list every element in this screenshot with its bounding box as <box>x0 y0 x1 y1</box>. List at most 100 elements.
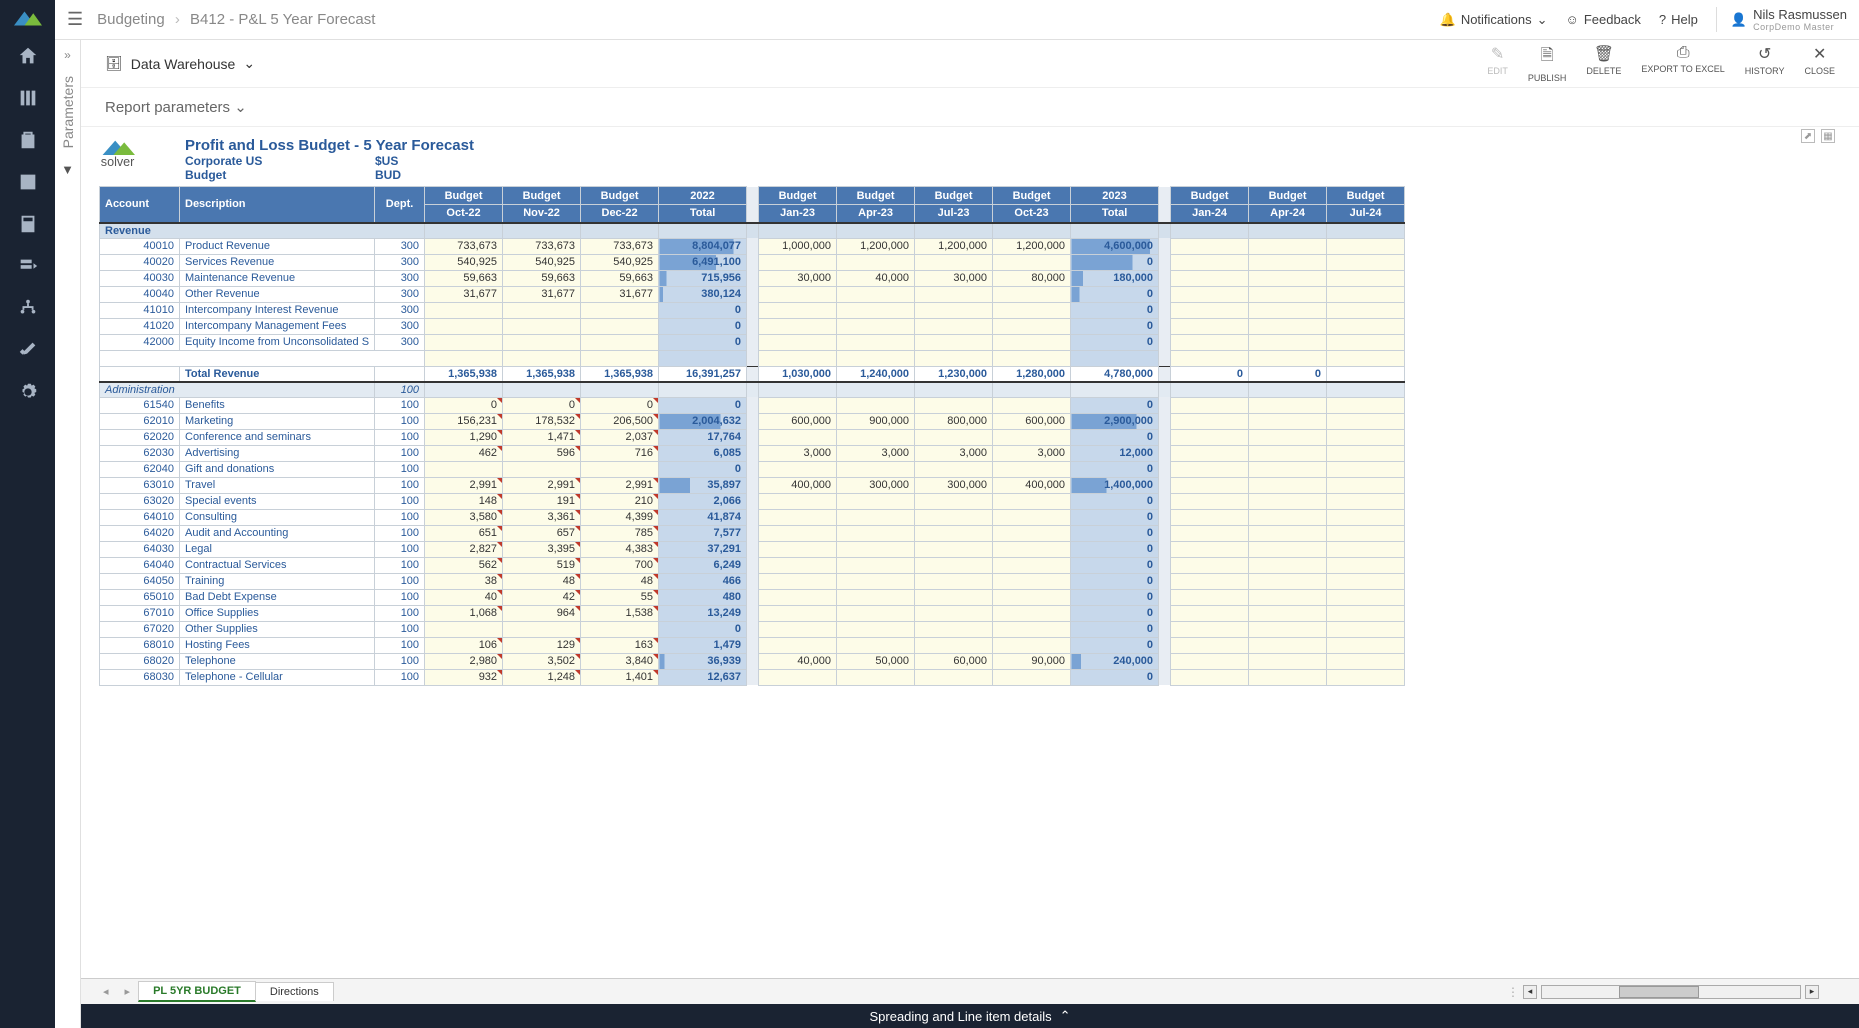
budget-cell[interactable] <box>993 573 1071 589</box>
budget-cell[interactable]: 50,000 <box>837 653 915 669</box>
budget-cell[interactable] <box>503 302 581 318</box>
budget-cell[interactable]: 562 <box>425 557 503 573</box>
budget-cell[interactable] <box>915 621 993 637</box>
budget-cell[interactable] <box>1171 286 1249 302</box>
budget-cell[interactable] <box>837 493 915 509</box>
budget-cell[interactable] <box>1171 509 1249 525</box>
budget-cell[interactable] <box>837 525 915 541</box>
budget-cell[interactable] <box>1249 541 1327 557</box>
budget-cell[interactable]: 206,500 <box>581 413 659 429</box>
budget-cell[interactable] <box>1171 493 1249 509</box>
budget-cell[interactable] <box>1249 653 1327 669</box>
scrollbar-thumb[interactable] <box>1619 986 1699 998</box>
budget-cell[interactable]: 657 <box>503 525 581 541</box>
budget-cell[interactable] <box>759 334 837 350</box>
budget-cell[interactable] <box>837 461 915 477</box>
table-row[interactable]: 62020Conference and seminars1001,2901,47… <box>100 429 1405 445</box>
budget-cell[interactable] <box>503 334 581 350</box>
budget-cell[interactable] <box>1249 461 1327 477</box>
table-row[interactable]: 42000Equity Income from Unconsolidated S… <box>100 334 1405 350</box>
budget-cell[interactable] <box>837 254 915 270</box>
table-row[interactable]: 41020Intercompany Management Fees30000 <box>100 318 1405 334</box>
budget-cell[interactable] <box>425 334 503 350</box>
budget-cell[interactable]: 30,000 <box>759 270 837 286</box>
budget-cell[interactable] <box>837 509 915 525</box>
split-handle-icon[interactable]: ⋮ <box>1507 985 1519 999</box>
budget-cell[interactable]: 3,840 <box>581 653 659 669</box>
budget-cell[interactable]: 40 <box>425 589 503 605</box>
flow-icon[interactable] <box>16 296 40 320</box>
budget-cell[interactable]: 48 <box>581 573 659 589</box>
budget-cell[interactable] <box>837 621 915 637</box>
budget-cell[interactable]: 2,991 <box>503 477 581 493</box>
budget-cell[interactable]: 80,000 <box>993 270 1071 286</box>
budget-cell[interactable]: 785 <box>581 525 659 541</box>
budget-cell[interactable] <box>1171 270 1249 286</box>
budget-cell[interactable]: 733,673 <box>425 238 503 254</box>
settings-icon[interactable] <box>16 380 40 404</box>
table-row[interactable]: 41010Intercompany Interest Revenue30000 <box>100 302 1405 318</box>
budget-cell[interactable] <box>915 605 993 621</box>
budget-cell[interactable] <box>1327 669 1405 685</box>
budget-cell[interactable] <box>759 397 837 413</box>
menu-toggle-icon[interactable]: ☰ <box>67 9 83 30</box>
table-row[interactable]: 64050Training1003848484660 <box>100 573 1405 589</box>
notifications-button[interactable]: 🔔 Notifications ⌄ <box>1440 12 1548 28</box>
budget-cell[interactable] <box>993 637 1071 653</box>
budget-cell[interactable]: 3,361 <box>503 509 581 525</box>
budget-cell[interactable] <box>837 573 915 589</box>
budget-cell[interactable]: 30,000 <box>915 270 993 286</box>
budget-cell[interactable]: 300,000 <box>915 477 993 493</box>
budget-cell[interactable] <box>993 461 1071 477</box>
budget-cell[interactable] <box>915 557 993 573</box>
budget-cell[interactable]: 1,471 <box>503 429 581 445</box>
budget-cell[interactable] <box>1249 525 1327 541</box>
table-row[interactable]: 62010Marketing100156,231178,532206,5002,… <box>100 413 1405 429</box>
budget-cell[interactable]: 163 <box>581 637 659 653</box>
budget-cell[interactable] <box>1171 605 1249 621</box>
budget-cell[interactable]: 600,000 <box>993 413 1071 429</box>
budget-cell[interactable]: 60,000 <box>915 653 993 669</box>
budget-cell[interactable]: 3,395 <box>503 541 581 557</box>
budget-cell[interactable] <box>1327 318 1405 334</box>
budget-cell[interactable] <box>915 669 993 685</box>
budget-cell[interactable] <box>759 429 837 445</box>
budget-cell[interactable] <box>581 334 659 350</box>
budget-cell[interactable]: 964 <box>503 605 581 621</box>
clipboard-icon[interactable] <box>16 128 40 152</box>
budget-cell[interactable]: 600,000 <box>759 413 837 429</box>
budget-cell[interactable]: 3,000 <box>759 445 837 461</box>
horizontal-scrollbar[interactable] <box>1541 985 1801 999</box>
budget-cell[interactable] <box>1249 429 1327 445</box>
budget-cell[interactable] <box>1171 238 1249 254</box>
budget-cell[interactable]: 42 <box>503 589 581 605</box>
budget-cell[interactable]: 3,000 <box>993 445 1071 461</box>
budget-cell[interactable] <box>1171 637 1249 653</box>
budget-cell[interactable] <box>1327 493 1405 509</box>
budget-cell[interactable] <box>759 286 837 302</box>
budget-cell[interactable] <box>1327 525 1405 541</box>
budget-cell[interactable] <box>1327 461 1405 477</box>
budget-cell[interactable] <box>993 525 1071 541</box>
budget-cell[interactable]: 106 <box>425 637 503 653</box>
budget-cell[interactable]: 48 <box>503 573 581 589</box>
budget-cell[interactable] <box>837 605 915 621</box>
table-row[interactable]: 67010Office Supplies1001,0689641,53813,2… <box>100 605 1405 621</box>
budget-cell[interactable]: 31,677 <box>425 286 503 302</box>
budget-cell[interactable] <box>1249 637 1327 653</box>
budget-cell[interactable] <box>993 605 1071 621</box>
budget-cell[interactable]: 2,827 <box>425 541 503 557</box>
budget-cell[interactable] <box>503 318 581 334</box>
export-button[interactable]: ⎙EXPORT TO EXCEL <box>1641 44 1724 83</box>
delete-button[interactable]: 🗑DELETE <box>1586 44 1621 83</box>
budget-cell[interactable]: 1,290 <box>425 429 503 445</box>
budget-cell[interactable] <box>581 318 659 334</box>
budget-cell[interactable] <box>1171 445 1249 461</box>
budget-cell[interactable] <box>1171 461 1249 477</box>
budget-cell[interactable]: 40,000 <box>759 653 837 669</box>
table-row[interactable]: 63010Travel1002,9912,9912,99135,897400,0… <box>100 477 1405 493</box>
budget-cell[interactable] <box>1249 509 1327 525</box>
budget-cell[interactable]: 90,000 <box>993 653 1071 669</box>
table-row[interactable]: 63020Special events1001481912102,0660 <box>100 493 1405 509</box>
budget-cell[interactable] <box>581 461 659 477</box>
